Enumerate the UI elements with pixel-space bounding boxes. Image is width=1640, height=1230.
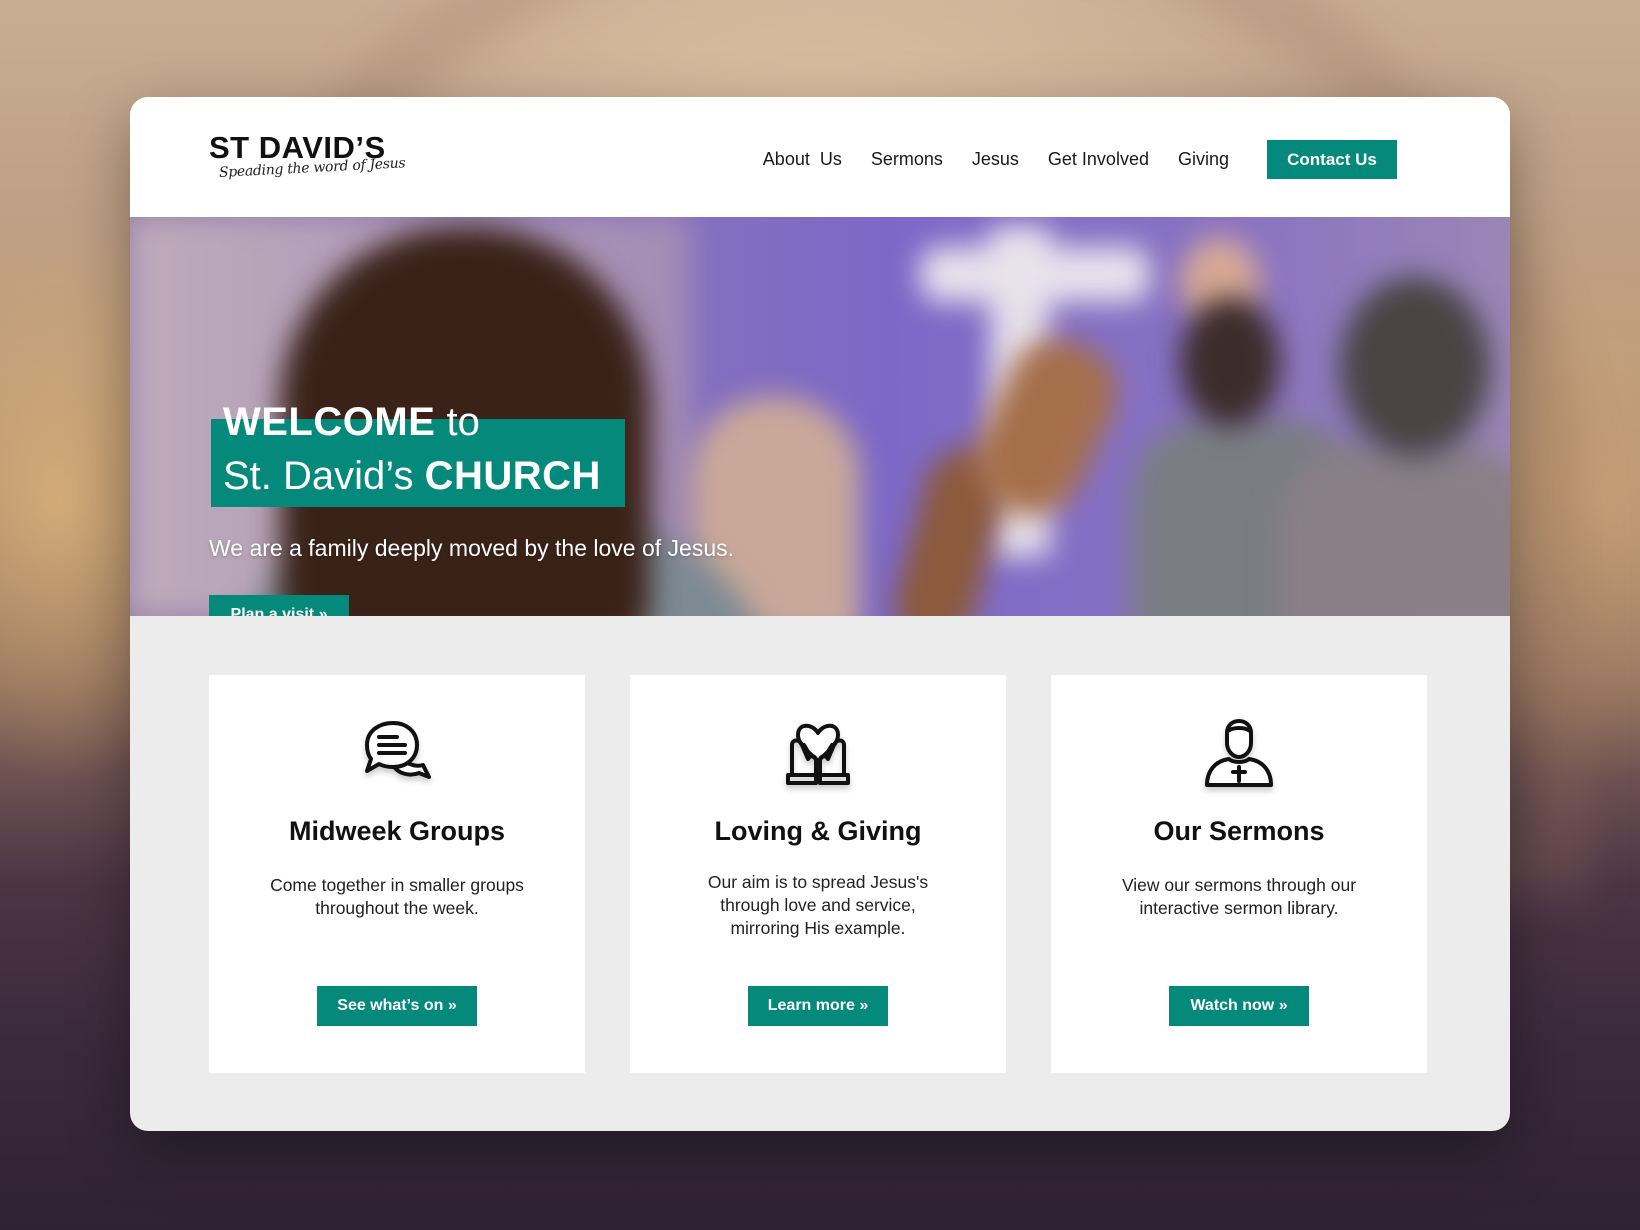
feature-description: View our sermons through our interactive…	[1121, 875, 1357, 918]
plan-a-visit-button[interactable]: Plan a visit »	[209, 595, 349, 616]
nav-sermons[interactable]: Sermons	[871, 149, 943, 170]
hero-title-welcome: WELCOME	[223, 400, 436, 444]
feature-description: Come together in smaller groups througho…	[270, 875, 524, 918]
hero-title-line-1: WELCOME to	[223, 400, 480, 444]
hands-heart-icon	[780, 715, 856, 791]
main-nav: About Us Sermons Jesus Get Involved Givi…	[763, 140, 1426, 179]
hero-title: WELCOME to St. David’s CHURCH	[223, 395, 601, 503]
feature-title: Midweek Groups	[288, 816, 506, 846]
hero-photo-detail	[1280, 447, 1510, 616]
hero-title-church: CHURCH	[424, 454, 601, 498]
feature-title: Our Sermons	[1153, 816, 1325, 846]
hero-title-to: to	[435, 400, 480, 444]
nav-giving[interactable]: Giving	[1178, 149, 1229, 170]
feature-card-midweek-groups: Midweek Groups Come together in smaller …	[209, 675, 585, 1073]
feature-description: Our aim is to spread Jesus's through lov…	[707, 872, 929, 938]
hero-subtitle: We are a family deeply moved by the love…	[209, 535, 735, 561]
hero-photo-detail	[1180, 297, 1280, 427]
learn-more-button[interactable]: Learn more »	[748, 986, 888, 1026]
features-section: Midweek Groups Come together in smaller …	[209, 675, 1427, 1073]
see-whats-on-button[interactable]: See what’s on »	[317, 986, 477, 1026]
nav-get-involved[interactable]: Get Involved	[1048, 149, 1149, 170]
hero-title-line-2: St. David’s CHURCH	[223, 454, 601, 498]
contact-us-button[interactable]: Contact Us	[1267, 140, 1397, 179]
cross-image-bar	[920, 247, 1150, 302]
hero-banner: WELCOME to St. David’s CHURCH We are a f…	[130, 217, 1510, 616]
feature-title: Loving & Giving	[714, 816, 922, 846]
chat-bubbles-icon	[359, 715, 435, 791]
website-card: ST DAVID’S Speading the word of Jesus Ab…	[130, 97, 1510, 1131]
hero-photo-detail	[1340, 277, 1490, 457]
hero-title-church-name: St. David’s	[223, 454, 425, 498]
site-logo[interactable]: ST DAVID’S Speading the word of Jesus	[209, 132, 406, 181]
feature-card-our-sermons: Our Sermons View our sermons through our…	[1051, 675, 1427, 1073]
priest-icon	[1201, 715, 1277, 791]
site-header: ST DAVID’S Speading the word of Jesus Ab…	[130, 97, 1510, 217]
nav-jesus[interactable]: Jesus	[972, 149, 1019, 170]
watch-now-button[interactable]: Watch now »	[1169, 986, 1309, 1026]
feature-card-loving-giving: Loving & Giving Our aim is to spread Jes…	[630, 675, 1006, 1073]
nav-about-us[interactable]: About Us	[763, 149, 842, 170]
